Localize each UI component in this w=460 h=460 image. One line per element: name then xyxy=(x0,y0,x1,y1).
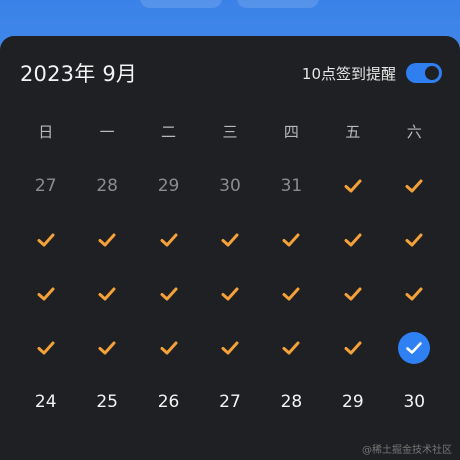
checkmark-icon xyxy=(159,340,179,356)
calendar-day[interactable]: 25 xyxy=(76,375,137,429)
day-number: 31 xyxy=(280,176,303,196)
calendar-day[interactable] xyxy=(15,267,76,321)
day-number: 29 xyxy=(157,176,180,196)
checkmark-icon xyxy=(281,286,301,302)
calendar-day[interactable]: 31 xyxy=(261,159,322,213)
checkmark-icon xyxy=(220,340,240,356)
top-tab-left[interactable] xyxy=(140,0,222,8)
checkmark-icon xyxy=(36,340,56,356)
reminder-label: 10点签到提醒 xyxy=(301,64,396,83)
checkmark-icon xyxy=(97,286,117,302)
day-number: 30 xyxy=(219,176,241,196)
checkmark-icon xyxy=(404,178,424,194)
checkmark-icon xyxy=(36,286,56,302)
checkmark-icon xyxy=(343,340,363,356)
checkmark-icon xyxy=(220,232,240,248)
checkmark-icon xyxy=(343,178,363,194)
calendar-day[interactable] xyxy=(322,321,383,375)
calendar-day[interactable] xyxy=(15,213,76,267)
checkin-calendar-panel: 2023年 9月 10点签到提醒 日 一 二 三 四 五 六 27 28 29 30 3… xyxy=(0,36,460,460)
calendar-day[interactable] xyxy=(76,267,137,321)
calendar-day[interactable]: 26 xyxy=(138,375,199,429)
check-circle-icon xyxy=(398,332,431,364)
weekday-thu: 四 xyxy=(283,123,299,141)
calendar-day[interactable] xyxy=(76,213,137,267)
calendar-day[interactable] xyxy=(199,321,260,375)
day-number: 27 xyxy=(34,176,57,196)
checkmark-icon xyxy=(97,232,117,248)
checkmark-icon xyxy=(343,232,363,248)
day-number: 29 xyxy=(342,392,364,412)
toggle-knob xyxy=(425,66,439,80)
weekday-mon: 一 xyxy=(99,123,115,141)
day-number: 28 xyxy=(280,392,303,412)
calendar-day[interactable] xyxy=(199,267,260,321)
screen: 2023年 9月 10点签到提醒 日 一 二 三 四 五 六 27 28 29 30 3… xyxy=(0,0,460,460)
day-number: 24 xyxy=(34,392,57,412)
calendar-day[interactable] xyxy=(322,159,383,213)
calendar-day[interactable] xyxy=(322,267,383,321)
top-tab-right[interactable] xyxy=(237,0,319,8)
checkmark-icon xyxy=(159,232,179,248)
weekday-sun: 日 xyxy=(38,123,54,141)
day-number: 25 xyxy=(96,392,118,412)
calendar-day[interactable]: 30 xyxy=(384,375,445,429)
calendar-week-row xyxy=(15,213,445,267)
weekday-sat: 六 xyxy=(406,123,422,141)
checkmark-icon xyxy=(404,232,424,248)
calendar-day[interactable]: 27 xyxy=(15,159,76,213)
reminder-toggle[interactable] xyxy=(406,63,442,83)
checkmark-icon xyxy=(343,286,363,302)
calendar-day[interactable]: 27 xyxy=(199,375,260,429)
calendar-week-row: 27 28 29 30 31 xyxy=(15,159,445,213)
checkmark-icon xyxy=(220,286,240,302)
calendar-day[interactable] xyxy=(261,213,322,267)
watermark: @稀土掘金技术社区 xyxy=(362,445,452,456)
calendar-day[interactable] xyxy=(138,213,199,267)
calendar-day[interactable] xyxy=(261,267,322,321)
calendar-day[interactable] xyxy=(322,213,383,267)
calendar-header: 2023年 9月 10点签到提醒 xyxy=(20,58,442,88)
calendar-day[interactable]: 28 xyxy=(76,159,137,213)
calendar-day[interactable] xyxy=(138,321,199,375)
day-number: 27 xyxy=(219,392,241,412)
calendar-week-row xyxy=(15,267,445,321)
weekday-tue: 二 xyxy=(161,123,177,141)
calendar-day[interactable]: 24 xyxy=(15,375,76,429)
calendar-week-row: 24 25 26 27 28 29 30 xyxy=(15,375,445,429)
calendar-week-row xyxy=(15,321,445,375)
reminder-setting: 10点签到提醒 xyxy=(302,63,442,84)
checkmark-icon xyxy=(281,340,301,356)
checkmark-icon xyxy=(97,340,117,356)
calendar-day[interactable]: 29 xyxy=(138,159,199,213)
checkmark-icon xyxy=(404,286,424,302)
calendar-day[interactable]: 28 xyxy=(261,375,322,429)
month-title: 2023年 9月 xyxy=(20,62,138,86)
checkmark-icon xyxy=(36,232,56,248)
calendar-day[interactable] xyxy=(261,321,322,375)
checkmark-icon xyxy=(159,286,179,302)
calendar-day[interactable] xyxy=(384,213,445,267)
calendar-day[interactable] xyxy=(384,267,445,321)
day-number: 26 xyxy=(157,392,180,412)
checkmark-icon xyxy=(281,232,301,248)
day-number: 30 xyxy=(403,392,426,412)
weekday-wed: 三 xyxy=(222,123,238,141)
calendar-day[interactable] xyxy=(76,321,137,375)
calendar-day[interactable] xyxy=(15,321,76,375)
calendar-day[interactable] xyxy=(199,213,260,267)
calendar-day[interactable] xyxy=(138,267,199,321)
weekday-fri: 五 xyxy=(345,123,361,141)
calendar-day[interactable]: 30 xyxy=(199,159,260,213)
calendar-day[interactable] xyxy=(384,159,445,213)
calendar-day[interactable]: 29 xyxy=(322,375,383,429)
calendar-day[interactable] xyxy=(384,321,445,375)
weekday-header-row: 日 一 二 三 四 五 六 xyxy=(15,120,445,144)
day-number: 28 xyxy=(96,176,118,196)
